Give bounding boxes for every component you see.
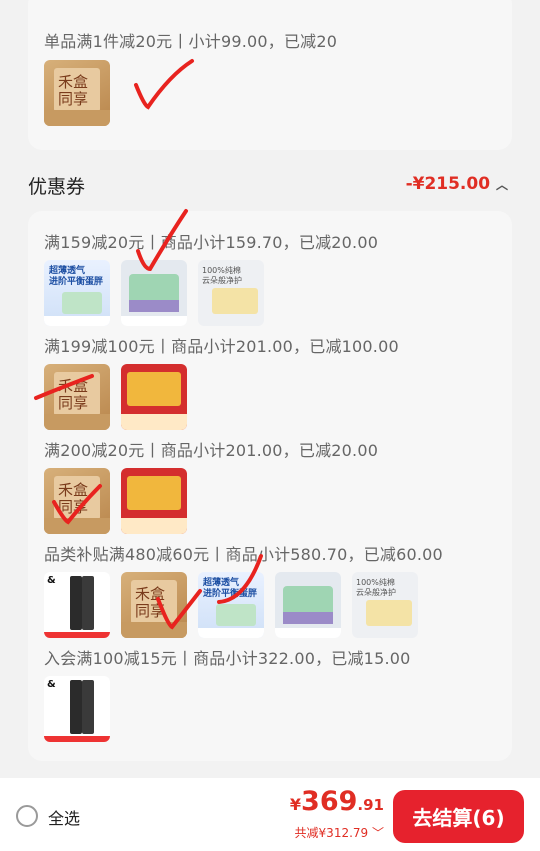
coupon-amount[interactable]: -¥215.00 ︿ [406,174,508,194]
promo-line: 品类补贴满480减60元丨商品小计580.70，已减60.00 [44,545,443,564]
coupon-amount-value: -¥215.00 [405,174,491,194]
pad-text: 超薄透气 进阶平衡蛋胖 [49,266,104,287]
promo-line: 入会满100减15元丨商品小计322.00，已减15.00 [44,649,411,668]
checkout-bar: 全选 ¥369.91 共减¥312.79 ﹀ 去结算(6) [0,778,540,851]
promo-line: 满159减20元丨商品小计159.70，已减20.00 [44,233,379,252]
product-thumb-tissue[interactable]: 100%纯棉 云朵般净护 [198,260,264,326]
price-symbol: ¥ [289,795,302,814]
coupon-groups-card: 满159减20元丨商品小计159.70，已减20.00 超薄透气 进阶平衡蛋胖 … [28,211,512,761]
product-thumb-tissue[interactable]: 100%纯棉 云朵般净护 [352,572,418,638]
product-thumb-snack-box[interactable] [121,364,187,430]
gift-text: 禾盒 同享 [58,481,89,516]
tissue-text: 100%纯棉 云朵般净护 [202,266,242,285]
gift-text: 禾盒 同享 [135,585,166,620]
chevron-up-icon: ︿ [495,178,508,192]
pad-text: 超薄透气 进阶平衡蛋胖 [203,578,258,599]
pants-logo: & [47,679,56,690]
top-promo-card: 单品满1件减20元丨小计99.00，已减20 禾盒 同享 [28,0,512,150]
pants-logo: & [47,575,56,586]
product-thumb-pad-green[interactable] [121,260,187,326]
gift-text: 禾盒 同享 [58,73,89,108]
discount-summary[interactable]: 共减¥312.79 ﹀ [295,824,384,841]
product-thumb-pad-green[interactable] [275,572,341,638]
product-thumb-snack-box[interactable] [121,468,187,534]
product-thumb-gift-box[interactable]: 禾盒 同享 [121,572,187,638]
checkout-button[interactable]: 去结算(6) [393,790,524,843]
product-thumb-pants[interactable]: & [44,572,110,638]
select-all-label[interactable]: 全选 [48,805,80,829]
product-thumb-pants[interactable]: & [44,676,110,742]
total-price: ¥369.91 [290,786,384,817]
price-dec: .91 [357,796,384,814]
promo-line: 满200减20元丨商品小计201.00，已减20.00 [44,441,379,460]
tissue-text: 100%纯棉 云朵般净护 [356,578,396,597]
coupon-section-title: 优惠券 [28,176,86,198]
product-thumb-gift-box[interactable]: 禾盒 同享 [44,60,110,126]
product-thumb-pad-blue[interactable]: 超薄透气 进阶平衡蛋胖 [198,572,264,638]
product-thumb-gift-box[interactable]: 禾盒 同享 [44,364,110,430]
product-thumb-pad-blue[interactable]: 超薄透气 进阶平衡蛋胖 [44,260,110,326]
product-thumb-gift-box[interactable]: 禾盒 同享 [44,468,110,534]
promo-line: 单品满1件减20元丨小计99.00，已减20 [44,32,338,51]
gift-text: 禾盒 同享 [58,377,89,412]
select-all-radio[interactable] [16,805,38,827]
price-int: 369 [301,786,358,817]
promo-line: 满199减100元丨商品小计201.00，已减100.00 [44,337,399,356]
